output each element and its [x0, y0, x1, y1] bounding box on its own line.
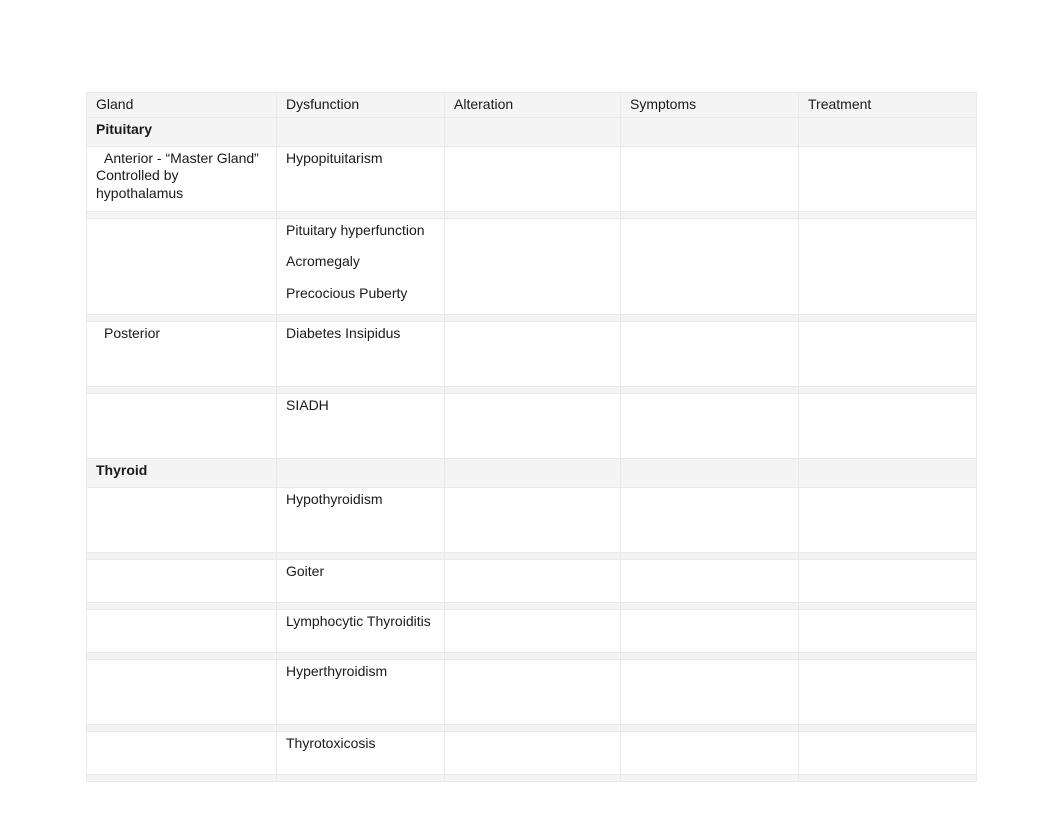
empty-cell [621, 731, 799, 774]
empty-cell [445, 487, 621, 552]
separator [87, 211, 977, 218]
empty-cell [445, 393, 621, 458]
row-hyperthyroidism: Hyperthyroidism [87, 659, 977, 724]
empty-cell [621, 218, 799, 314]
row-posterior: Posterior Diabetes Insipidus [87, 321, 977, 386]
empty-cell [87, 659, 277, 724]
cell-gland-posterior: Posterior [87, 321, 277, 386]
row-siadh: SIADH [87, 393, 977, 458]
empty-cell [621, 609, 799, 652]
separator [87, 386, 977, 393]
dys-pit-hyper-l3: Precocious Puberty [286, 285, 407, 301]
empty-cell [445, 321, 621, 386]
anterior-line2: Controlled by hypothalamus [96, 167, 183, 201]
empty-cell [799, 321, 977, 386]
empty-cell [799, 487, 977, 552]
empty-cell [87, 559, 277, 602]
group-label-thyroid: Thyroid [87, 458, 277, 487]
table-header-row: Gland Dysfunction Alteration Symptoms Tr… [87, 93, 977, 118]
empty-cell [87, 393, 277, 458]
empty-cell [277, 117, 445, 146]
empty-cell [445, 731, 621, 774]
empty-cell [621, 559, 799, 602]
empty-cell [799, 731, 977, 774]
empty-cell [445, 218, 621, 314]
row-hypothyroidism: Hypothyroidism [87, 487, 977, 552]
dys-pit-hyper-l2: Acromegaly [286, 253, 360, 269]
empty-cell [87, 731, 277, 774]
separator [87, 774, 977, 781]
cell-gland-anterior: Anterior - “Master Gland” Controlled by … [87, 146, 277, 211]
row-anterior: Anterior - “Master Gland” Controlled by … [87, 146, 977, 211]
empty-cell [621, 487, 799, 552]
empty-cell [87, 609, 277, 652]
empty-cell [799, 458, 977, 487]
empty-cell [799, 146, 977, 211]
empty-cell [621, 393, 799, 458]
empty-cell [621, 458, 799, 487]
cell-dys-hyperthyroid: Hyperthyroidism [277, 659, 445, 724]
separator [87, 724, 977, 731]
col-gland: Gland [87, 93, 277, 118]
empty-cell [799, 559, 977, 602]
anterior-line1: Anterior - “Master Gland” [96, 150, 259, 168]
empty-cell [445, 659, 621, 724]
row-lympho-thyroiditis: Lymphocytic Thyroiditis [87, 609, 977, 652]
col-treatment: Treatment [799, 93, 977, 118]
empty-cell [621, 117, 799, 146]
col-symptoms: Symptoms [621, 93, 799, 118]
empty-cell [445, 609, 621, 652]
dys-pit-hyper-l1: Pituitary hyperfunction [286, 222, 425, 238]
row-pituitary-hyperfunction: Pituitary hyperfunction Acromegaly Preco… [87, 218, 977, 314]
posterior-label: Posterior [96, 325, 160, 343]
separator [87, 652, 977, 659]
document-page: Gland Dysfunction Alteration Symptoms Tr… [0, 0, 1062, 822]
empty-cell [445, 146, 621, 211]
empty-cell [87, 218, 277, 314]
group-pituitary: Pituitary [87, 117, 977, 146]
cell-dys-di: Diabetes Insipidus [277, 321, 445, 386]
empty-cell [799, 609, 977, 652]
separator [87, 552, 977, 559]
row-goiter: Goiter [87, 559, 977, 602]
group-thyroid: Thyroid [87, 458, 977, 487]
empty-cell [87, 487, 277, 552]
separator [87, 314, 977, 321]
empty-cell [799, 393, 977, 458]
col-alteration: Alteration [445, 93, 621, 118]
col-dysfunction: Dysfunction [277, 93, 445, 118]
cell-dys-hypopituitarism: Hypopituitarism [277, 146, 445, 211]
endocrine-table: Gland Dysfunction Alteration Symptoms Tr… [86, 92, 977, 782]
empty-cell [621, 146, 799, 211]
cell-dys-goiter: Goiter [277, 559, 445, 602]
empty-cell [445, 559, 621, 602]
empty-cell [799, 117, 977, 146]
group-label-pituitary: Pituitary [87, 117, 277, 146]
empty-cell [799, 659, 977, 724]
cell-dys-thyrotox: Thyrotoxicosis [277, 731, 445, 774]
empty-cell [621, 659, 799, 724]
empty-cell [621, 321, 799, 386]
empty-cell [799, 218, 977, 314]
empty-cell [445, 458, 621, 487]
separator [87, 602, 977, 609]
empty-cell [445, 117, 621, 146]
cell-dys-pit-hyper: Pituitary hyperfunction Acromegaly Preco… [277, 218, 445, 314]
cell-dys-lympho: Lymphocytic Thyroiditis [277, 609, 445, 652]
cell-dys-siadh: SIADH [277, 393, 445, 458]
cell-dys-hypothyroid: Hypothyroidism [277, 487, 445, 552]
empty-cell [277, 458, 445, 487]
row-thyrotoxicosis: Thyrotoxicosis [87, 731, 977, 774]
